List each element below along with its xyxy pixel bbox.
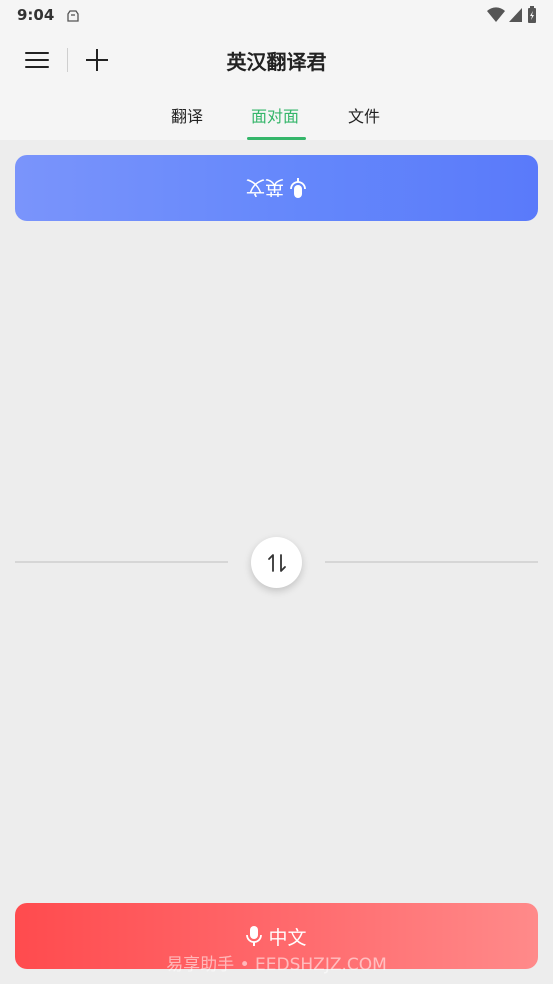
app-title: 英汉翻译君	[226, 50, 327, 74]
microphone-icon	[246, 926, 263, 946]
english-speak-button[interactable]: 英文	[15, 155, 538, 221]
swap-button[interactable]	[251, 537, 302, 588]
divider-right	[325, 561, 538, 563]
app-bar: 英汉翻译君	[0, 30, 553, 90]
english-speak-button-content: 英文	[246, 175, 307, 202]
tab-file[interactable]: 文件	[348, 103, 380, 127]
chinese-speak-button-content: 中文	[246, 923, 307, 950]
tab-translate[interactable]: 翻译	[171, 103, 203, 127]
battery-icon	[527, 6, 537, 28]
english-label: 英文	[246, 175, 285, 198]
tab-indicator	[247, 137, 306, 140]
status-bar: 9:04	[0, 0, 553, 30]
notification-icon	[66, 8, 80, 27]
wifi-icon	[487, 7, 505, 27]
tab-face-to-face[interactable]: 面对面	[251, 103, 299, 127]
divider-left	[15, 561, 228, 563]
status-time: 9:04	[17, 6, 55, 24]
swap-icon	[267, 553, 286, 572]
microphone-icon	[290, 178, 307, 198]
tab-bar: 翻译 面对面 文件	[0, 90, 553, 140]
chinese-label: 中文	[268, 926, 307, 949]
status-icons	[487, 6, 537, 28]
signal-icon	[509, 7, 523, 27]
chinese-speak-button[interactable]: 中文	[15, 903, 538, 969]
